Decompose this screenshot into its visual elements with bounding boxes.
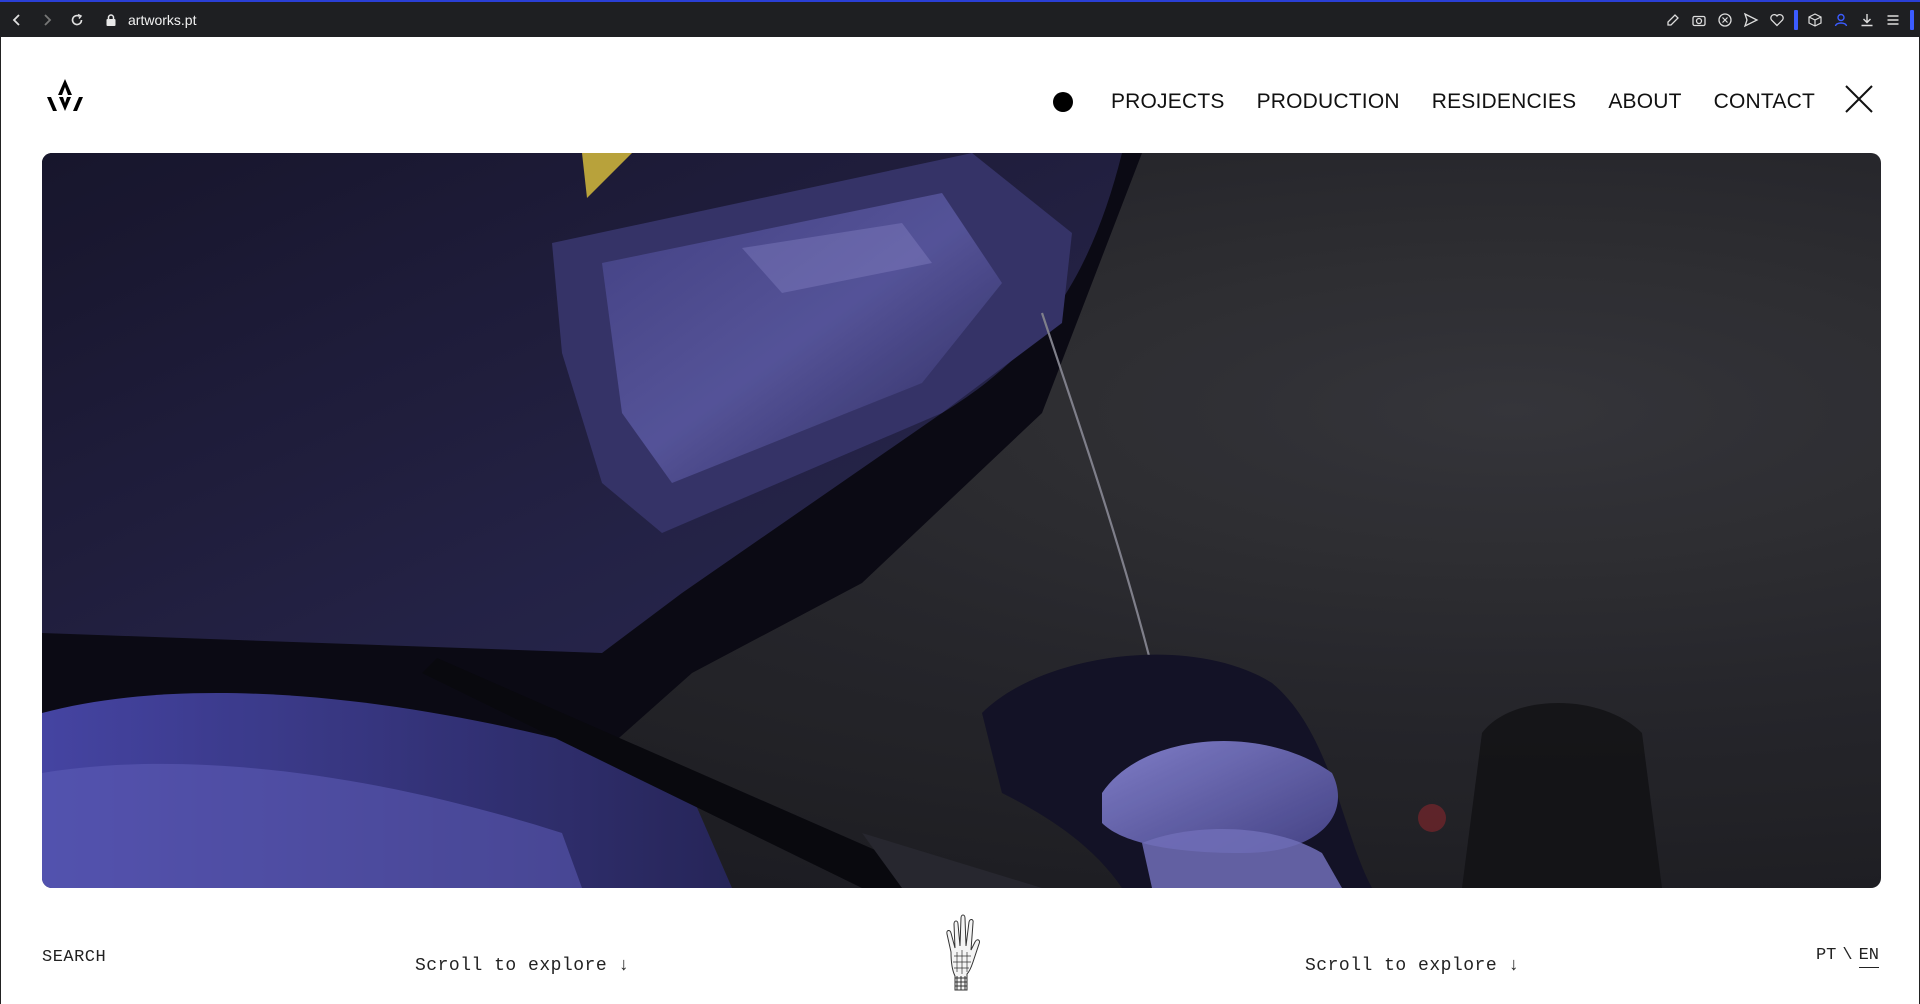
separator-bar	[1910, 9, 1914, 30]
extensions-bar	[1664, 2, 1914, 37]
scroll-hint-left: Scroll to explore ↓	[415, 956, 630, 976]
welder-image	[42, 153, 1881, 888]
edit-icon[interactable]	[1664, 11, 1682, 29]
lang-en[interactable]: EN	[1858, 946, 1879, 968]
download-icon[interactable]	[1858, 11, 1876, 29]
language-switcher: PT \ EN	[1816, 946, 1879, 968]
forward-icon[interactable]	[34, 7, 60, 33]
send-icon[interactable]	[1742, 11, 1760, 29]
url-text: artworks.pt	[128, 11, 197, 28]
search-link[interactable]: SEARCH	[42, 948, 106, 967]
main-navigation: PROJECTS PRODUCTION RESIDENCIES ABOUT CO…	[1052, 87, 1815, 117]
scroll-hint-right: Scroll to explore ↓	[1305, 956, 1520, 976]
back-icon[interactable]	[4, 7, 30, 33]
reload-icon[interactable]	[64, 7, 90, 33]
separator-bar	[1794, 9, 1798, 30]
page: PROJECTS PRODUCTION RESIDENCIES ABOUT CO…	[0, 37, 1920, 1004]
nav-contact[interactable]: CONTACT	[1714, 90, 1815, 114]
nav-about[interactable]: ABOUT	[1608, 90, 1681, 114]
browser-toolbar: artworks.pt	[0, 0, 1920, 37]
heart-icon[interactable]	[1768, 11, 1786, 29]
camera-icon[interactable]	[1690, 11, 1708, 29]
profile-icon[interactable]	[1832, 11, 1850, 29]
artworks-logo[interactable]	[45, 77, 85, 113]
hero-video[interactable]	[42, 153, 1881, 888]
nav-projects[interactable]: PROJECTS	[1111, 90, 1225, 114]
nav-production[interactable]: PRODUCTION	[1257, 90, 1400, 114]
nav-residencies[interactable]: RESIDENCIES	[1432, 90, 1577, 114]
glove-icon	[946, 914, 980, 991]
cube-icon[interactable]	[1806, 11, 1824, 29]
shield-icon[interactable]	[1716, 11, 1734, 29]
lang-separator: \	[1842, 946, 1853, 965]
close-icon[interactable]	[1843, 83, 1875, 115]
address-bar[interactable]: artworks.pt	[104, 12, 196, 28]
lang-pt[interactable]: PT	[1816, 946, 1836, 968]
lock-icon	[106, 13, 116, 26]
menu-icon[interactable]	[1884, 11, 1902, 29]
status-dot-icon[interactable]	[1052, 92, 1073, 112]
